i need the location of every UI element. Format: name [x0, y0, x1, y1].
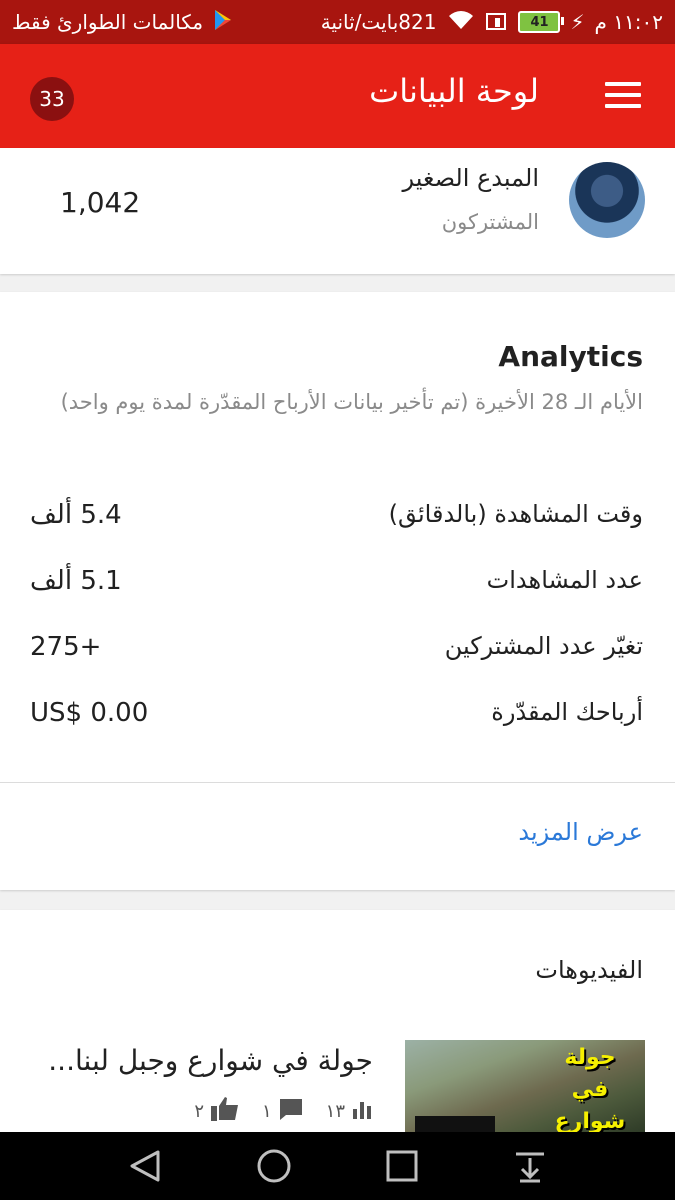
metric-value: 5.4 ألف — [30, 500, 122, 530]
analytics-title: Analytics — [498, 340, 643, 373]
metric-label: عدد المشاهدات — [486, 566, 643, 594]
views-count: ١٣ — [325, 1101, 345, 1122]
channel-name: المبدع الصغير — [402, 164, 540, 192]
metric-row-subscriber-change: تغيّر عدد المشتركين +275 — [30, 632, 643, 672]
status-left: مكالمات الطوارئ فقط — [12, 9, 233, 36]
thumbnail-text: جولة في شوارع وجبل — [554, 1045, 626, 1132]
metric-row-watch-time: وقت المشاهدة (بالدقائق) 5.4 ألف — [30, 500, 643, 540]
see-more-link[interactable]: عرض المزيد — [518, 818, 643, 846]
signal-icon — [486, 9, 508, 36]
back-icon[interactable] — [128, 1148, 164, 1184]
video-stats: ١٣ ١ ٢ — [194, 1096, 373, 1127]
notification-badge[interactable]: 33 — [30, 77, 74, 121]
subscribers-label: المشتركون — [441, 210, 539, 234]
system-nav-bar — [0, 1132, 675, 1200]
home-icon[interactable] — [256, 1148, 292, 1184]
wifi-icon — [446, 9, 476, 36]
video-title[interactable]: جولة في شوارع وجبل لبنا... — [48, 1044, 373, 1077]
app-bar: 33 لوحة البيانات — [0, 44, 675, 148]
videos-card: الفيديوهات جولة في شوارع وجبل جولة في شو… — [0, 910, 675, 1132]
metric-value: US$ 0.00 — [30, 698, 149, 728]
page-title: لوحة البيانات — [369, 72, 539, 110]
comments-stat: ١ — [262, 1097, 304, 1126]
metric-value: 5.1 ألف — [30, 566, 122, 596]
network-speed: 821بايت/ثانية — [320, 10, 437, 34]
status-right: 821بايت/ثانية 41 ⚡ ١١:٠٢ م — [321, 9, 663, 36]
likes-count: ٢ — [194, 1101, 204, 1122]
notification-down-icon[interactable] — [512, 1148, 548, 1184]
views-icon — [351, 1099, 373, 1124]
video-thumbnail[interactable]: جولة في شوارع وجبل — [405, 1040, 645, 1132]
divider — [0, 782, 675, 783]
metric-row-views: عدد المشاهدات 5.1 ألف — [30, 566, 643, 606]
likes-stat: ٢ — [194, 1096, 240, 1127]
channel-card: المبدع الصغير المشتركون 1,042 — [0, 148, 675, 274]
emergency-calls-text: مكالمات الطوارئ فقط — [12, 10, 204, 34]
views-stat: ١٣ — [326, 1099, 373, 1124]
comments-count: ١ — [261, 1101, 272, 1122]
metric-row-earnings: أرباحك المقدّرة US$ 0.00 — [30, 698, 643, 738]
clock: ١١:٠٢ م — [594, 10, 663, 34]
metric-value: +275 — [30, 632, 102, 662]
videos-section-title: الفيديوهات — [535, 956, 643, 984]
like-icon — [210, 1096, 240, 1127]
battery-icon: 41 — [518, 11, 565, 33]
status-bar: مكالمات الطوارئ فقط 821بايت/ثانية 41 ⚡ ١… — [0, 0, 675, 44]
play-store-icon — [213, 9, 233, 36]
metric-label: وقت المشاهدة (بالدقائق) — [388, 500, 643, 528]
recents-icon[interactable] — [384, 1148, 420, 1184]
thumbnail-overlay — [415, 1116, 495, 1132]
analytics-card: Analytics الأيام الـ 28 الأخيرة (تم تأخي… — [0, 292, 675, 890]
subscribers-count: 1,042 — [60, 186, 141, 219]
charging-icon: ⚡ — [570, 10, 585, 34]
metric-label: أرباحك المقدّرة — [491, 698, 643, 726]
avatar[interactable] — [569, 162, 645, 238]
comment-icon — [278, 1097, 304, 1126]
metric-label: تغيّر عدد المشتركين — [444, 632, 643, 660]
analytics-subtitle: الأيام الـ 28 الأخيرة (تم تأخير بيانات ا… — [60, 390, 643, 414]
menu-icon[interactable] — [605, 82, 641, 110]
